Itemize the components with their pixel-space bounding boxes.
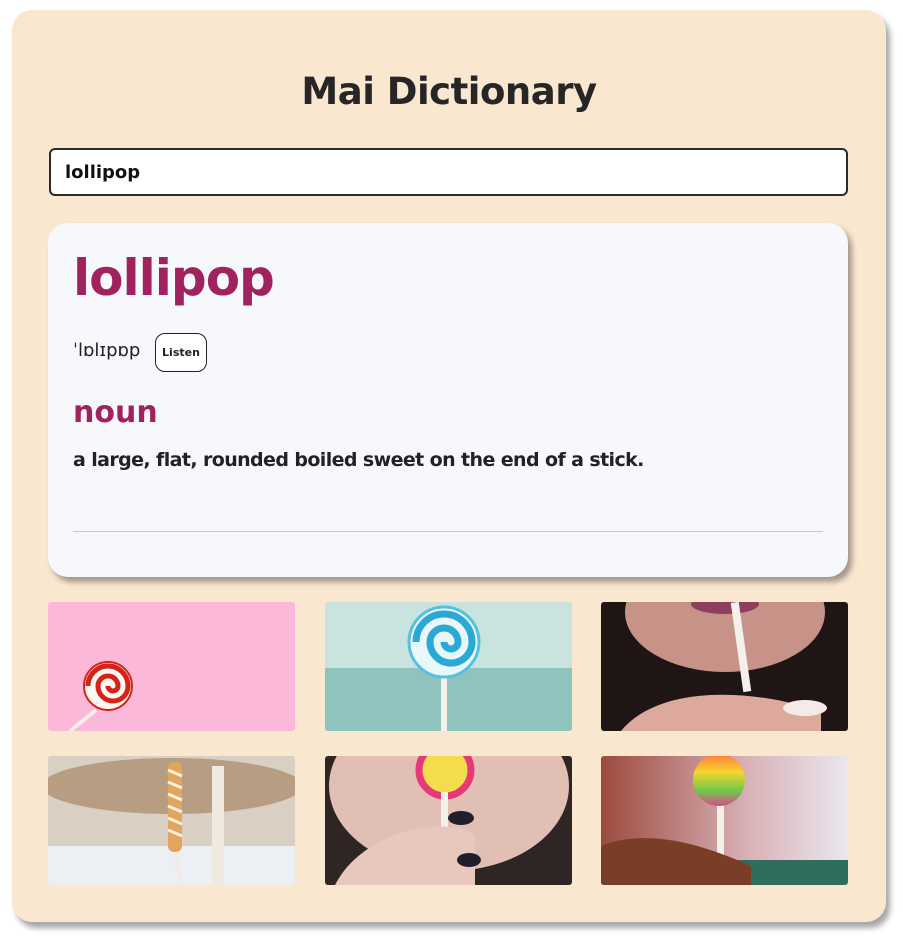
listen-button[interactable]: Listen [155,333,207,372]
dictionary-app: Mai Dictionary lollipop ˈlɒlɪpɒp Listen … [12,10,886,922]
divider [73,531,823,532]
photo-rainbow-lollipop [601,756,848,885]
search-input[interactable] [49,148,848,196]
definition-text: a large, flat, rounded boiled sweet on t… [73,449,644,471]
photo-red-swirl-lollipop [48,602,295,731]
photo-woman-holding-lollipop [601,602,848,731]
photo-woman-licking-lollipop [325,756,572,885]
page-title: Mai Dictionary [301,70,597,113]
definition-card: lollipop ˈlɒlɪpɒp Listen noun a large, f… [48,223,848,577]
phonetic-text: ˈlɒlɪpɒp [73,340,141,361]
photo-twisted-lollipop [48,756,295,885]
photo-blue-swirl-lollipop [325,602,572,731]
entry-word: lollipop [73,249,275,307]
part-of-speech: noun [73,395,158,430]
